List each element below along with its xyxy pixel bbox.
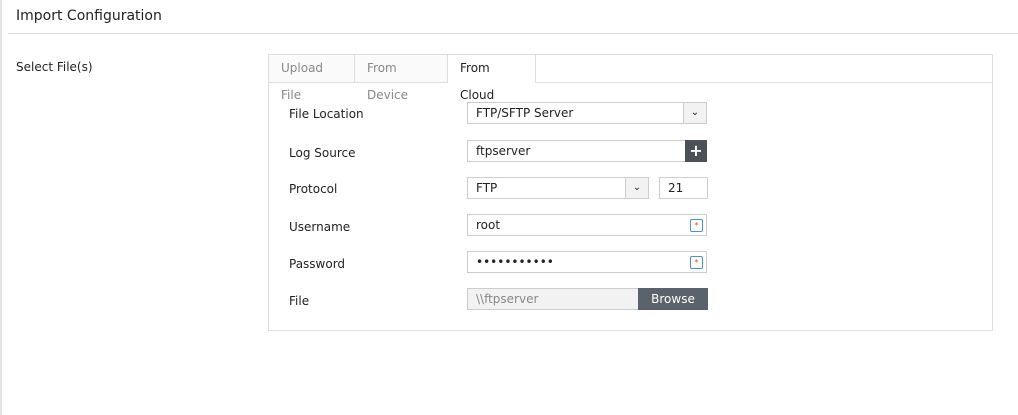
password-manager-icon[interactable]: * [690,256,703,269]
username-label: Username [289,220,351,234]
protocol-select[interactable]: FTP ⌄ [467,177,649,199]
port-input[interactable]: 21 [659,177,708,199]
password-value: ••••••••••• [476,255,554,269]
log-source-value: ftpserver [476,144,531,158]
protocol-label: Protocol [289,182,338,196]
username-input[interactable]: root * [467,214,707,236]
tab-bar: Upload File From Device From Cloud [269,55,992,102]
tab-upload-file[interactable]: Upload File [269,55,355,102]
file-path-input: \\ftpserver Browse [467,288,708,310]
chevron-down-icon[interactable]: ⌄ [625,178,648,198]
file-location-select[interactable]: FTP/SFTP Server ⌄ [467,102,707,124]
password-manager-icon[interactable]: * [690,219,703,232]
tab-from-cloud[interactable]: From Cloud [447,55,536,102]
import-panel: Upload File From Device From Cloud File … [268,54,993,331]
file-location-value: FTP/SFTP Server [476,106,574,120]
browse-button[interactable]: Browse [638,288,708,310]
username-value: root [476,218,501,232]
page-title: Import Configuration [16,8,162,24]
protocol-value: FTP [476,181,498,195]
log-source-input[interactable]: ftpserver + [467,140,707,162]
left-border [0,0,2,415]
chevron-down-icon[interactable]: ⌄ [683,103,706,123]
select-files-label: Select File(s) [16,60,93,74]
file-location-label: File Location [289,107,364,121]
log-source-label: Log Source [289,146,356,160]
tab-from-device[interactable]: From Device [355,55,448,102]
add-log-source-button[interactable]: + [685,140,707,162]
file-label: File [289,294,310,308]
password-label: Password [289,257,346,271]
password-input[interactable]: ••••••••••• * [467,251,707,273]
file-path-value: \\ftpserver [476,292,539,306]
divider [8,33,1018,34]
